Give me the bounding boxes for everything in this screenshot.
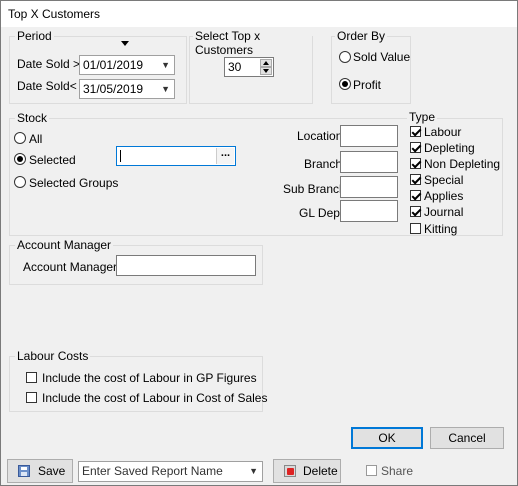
save-button[interactable]: Save (7, 459, 73, 483)
type-applies-checkbox[interactable] (410, 190, 421, 201)
type-non-depleting-checkbox[interactable] (410, 158, 421, 169)
date-sold-to-label: Date Sold< (17, 79, 77, 93)
order-by-sold-value-label[interactable]: Sold Value (353, 50, 410, 64)
type-kitting-checkbox[interactable] (410, 223, 421, 234)
floppy-disk-icon (18, 465, 30, 477)
spin-up-button[interactable] (260, 59, 272, 67)
date-sold-to-value: 31/05/2019 (83, 82, 144, 96)
sub-branch-input[interactable] (340, 176, 398, 198)
stock-selected-label[interactable]: Selected (29, 153, 76, 167)
cancel-button[interactable]: Cancel (430, 427, 504, 449)
type-journal-label[interactable]: Journal (424, 205, 463, 219)
order-by-profit-label[interactable]: Profit (353, 78, 381, 92)
saved-report-name-placeholder: Enter Saved Report Name (82, 464, 223, 478)
text-caret (120, 150, 121, 162)
ok-button-label: OK (378, 431, 396, 445)
stock-selected-radio[interactable] (14, 153, 26, 165)
stock-browse-button[interactable]: ... (216, 148, 234, 164)
period-sort-arrow-icon (121, 41, 129, 46)
branch-input[interactable] (340, 151, 398, 173)
order-by-sold-value-radio[interactable] (339, 51, 351, 63)
stock-all-label[interactable]: All (29, 132, 42, 146)
save-button-label: Save (38, 464, 66, 478)
location-input[interactable] (340, 125, 398, 147)
gl-dept-label: GL Dept (299, 206, 344, 220)
top-x-legend: Select Top x Customers (193, 29, 312, 57)
stock-selected-groups-radio[interactable] (14, 176, 26, 188)
type-labour-label[interactable]: Labour (424, 125, 461, 139)
chevron-down-icon: ▼ (249, 466, 258, 476)
delete-icon (284, 465, 296, 477)
period-legend: Period (15, 29, 54, 43)
spin-down-button[interactable] (260, 67, 272, 75)
type-labour-checkbox[interactable] (410, 126, 421, 137)
location-label: Location (297, 129, 343, 143)
account-manager-input[interactable] (116, 255, 256, 276)
top-x-spinner[interactable]: 30 (224, 57, 274, 77)
type-applies-label[interactable]: Applies (424, 189, 463, 203)
labour-cos-label[interactable]: Include the cost of Labour in Cost of Sa… (42, 391, 267, 405)
labour-costs-legend: Labour Costs (15, 349, 91, 363)
share-label[interactable]: Share (381, 464, 413, 478)
order-by-legend: Order By (335, 29, 388, 43)
order-by-profit-radio[interactable] (339, 78, 351, 90)
type-non-depleting-label[interactable]: Non Depleting (424, 157, 500, 171)
type-journal-checkbox[interactable] (410, 206, 421, 217)
sub-branch-label: Sub Branch (283, 182, 346, 196)
gl-dept-input[interactable] (340, 200, 398, 222)
cancel-button-label: Cancel (448, 431, 486, 445)
chevron-down-icon: ▼ (161, 84, 170, 94)
spin-down-icon (263, 69, 269, 73)
type-kitting-label[interactable]: Kitting (424, 222, 457, 236)
type-depleting-label[interactable]: Depleting (424, 141, 475, 155)
delete-button-label: Delete (303, 464, 338, 478)
stock-selected-input[interactable]: ... (116, 146, 236, 166)
delete-button[interactable]: Delete (273, 459, 341, 483)
type-special-checkbox[interactable] (410, 174, 421, 185)
date-sold-to-picker[interactable]: 31/05/2019 ▼ (79, 79, 175, 99)
stock-legend: Stock (15, 111, 50, 125)
order-by-group: Order By (331, 29, 411, 104)
date-sold-from-label: Date Sold > (17, 57, 81, 71)
dialog-window: Top X Customers Period Date Sold > 01/01… (0, 0, 518, 486)
type-legend: Type (407, 110, 438, 124)
share-checkbox[interactable] (366, 465, 377, 476)
chevron-down-icon: ▼ (161, 60, 170, 70)
labour-gp-label[interactable]: Include the cost of Labour in GP Figures (42, 371, 257, 385)
type-depleting-checkbox[interactable] (410, 142, 421, 153)
account-manager-legend: Account Manager (15, 238, 114, 252)
labour-cos-checkbox[interactable] (26, 392, 37, 403)
branch-label: Branch (304, 157, 343, 171)
account-manager-label: Account Manager (23, 260, 118, 274)
date-sold-from-value: 01/01/2019 (83, 58, 144, 72)
date-sold-from-picker[interactable]: 01/01/2019 ▼ (79, 55, 175, 75)
stock-all-radio[interactable] (14, 132, 26, 144)
top-x-value: 30 (228, 60, 242, 74)
ok-button[interactable]: OK (351, 427, 423, 449)
spin-up-icon (263, 61, 269, 65)
window-title: Top X Customers (8, 7, 101, 21)
title-bar: Top X Customers (1, 1, 517, 27)
ellipsis-icon: ... (220, 147, 231, 159)
saved-report-name-combo[interactable]: Enter Saved Report Name ▼ (78, 461, 263, 482)
stock-selected-groups-label[interactable]: Selected Groups (29, 176, 118, 190)
type-special-label[interactable]: Special (424, 173, 463, 187)
labour-gp-checkbox[interactable] (26, 372, 37, 383)
